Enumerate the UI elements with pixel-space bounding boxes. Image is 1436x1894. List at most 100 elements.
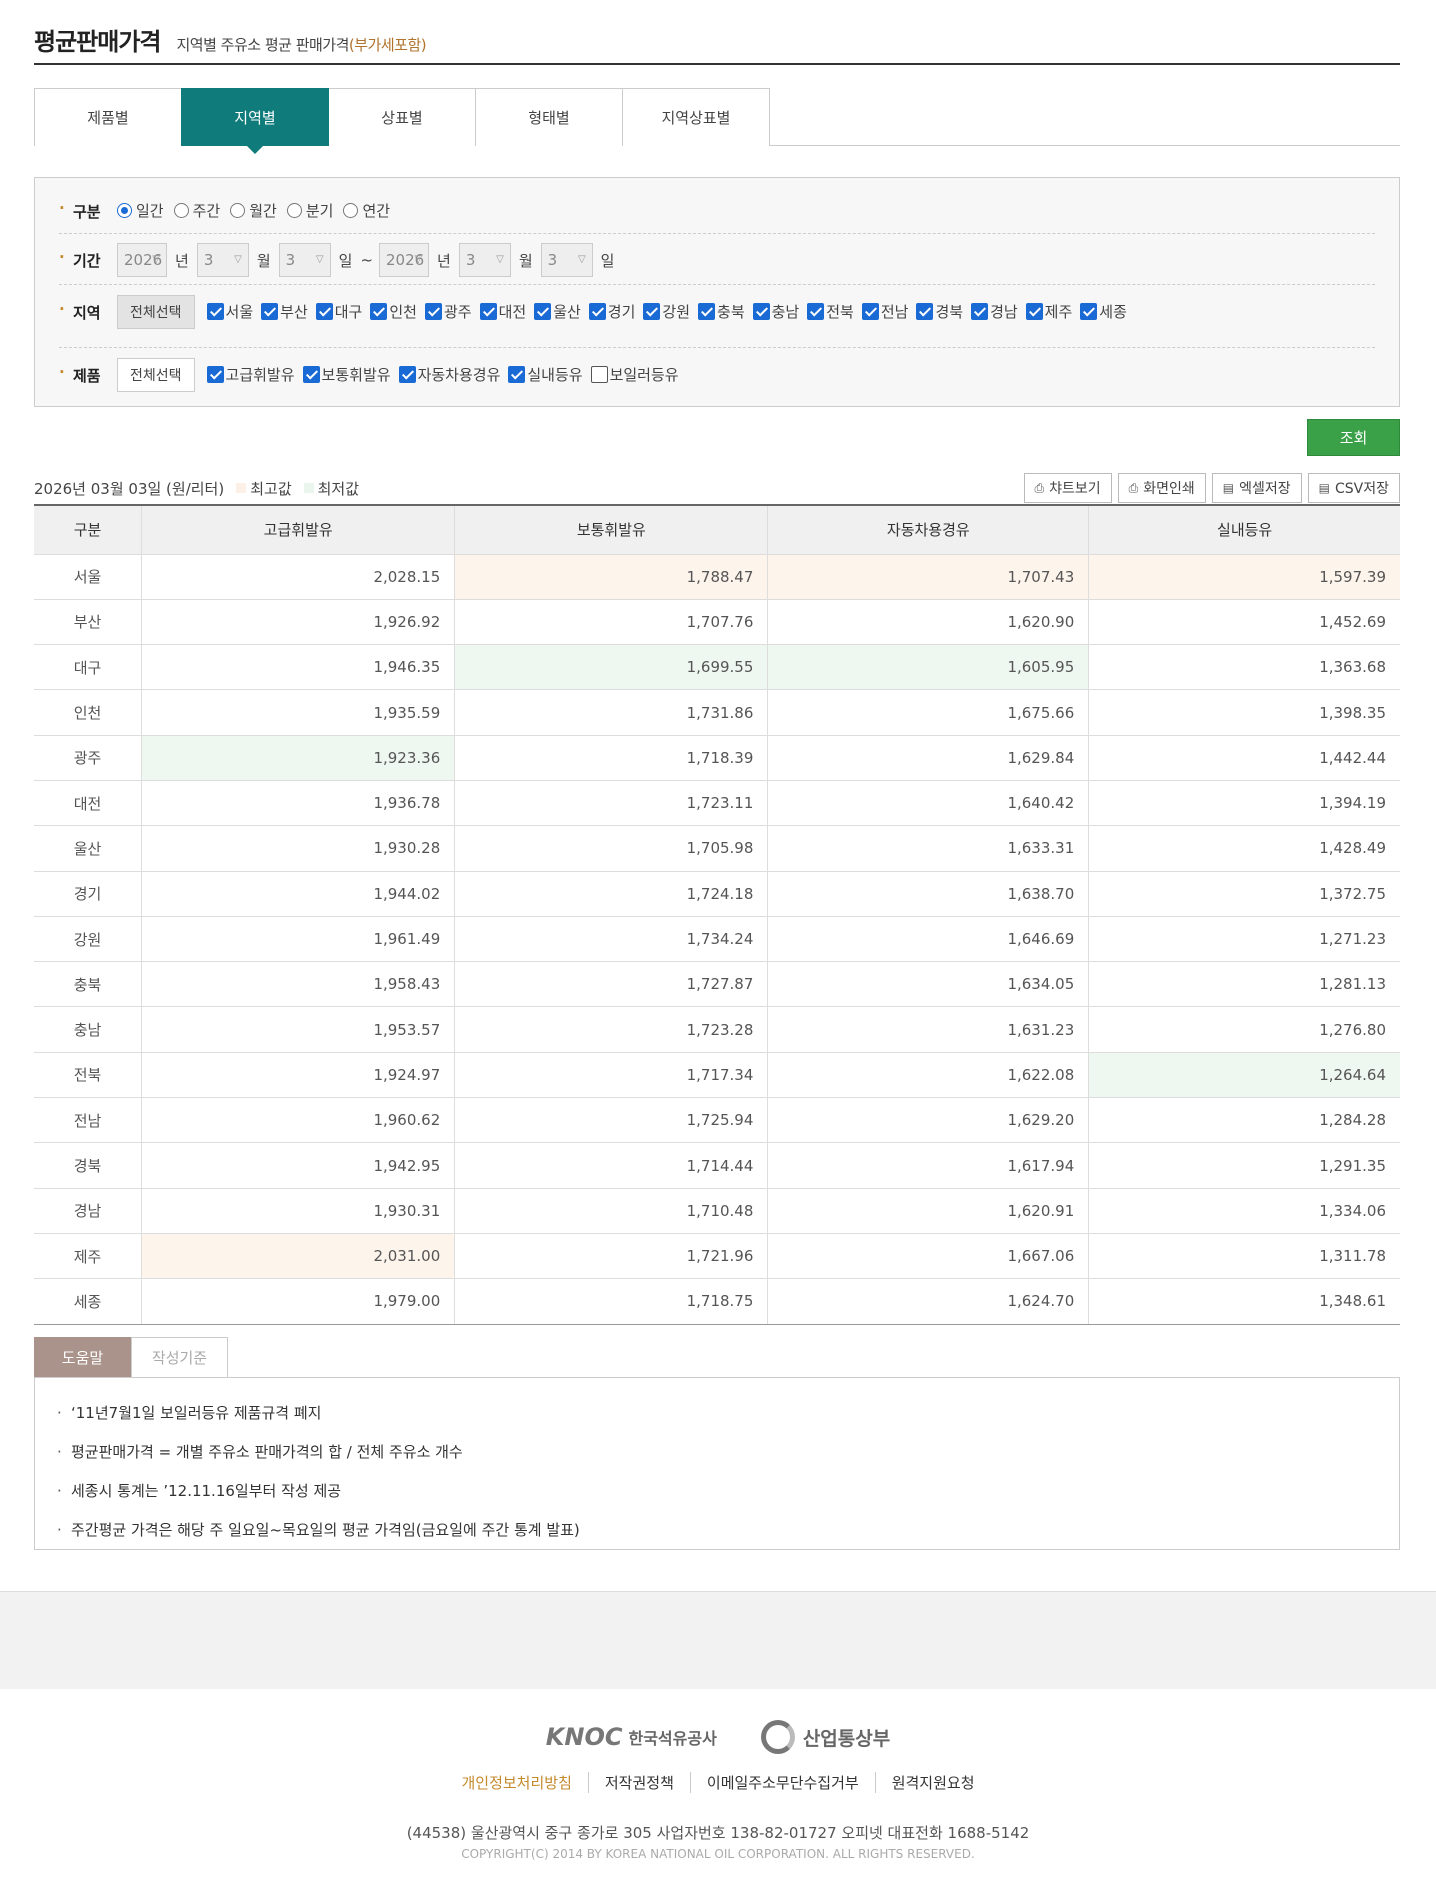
- checkbox-item[interactable]: 실내등유: [508, 364, 583, 385]
- from-month-value: 3: [203, 251, 214, 269]
- checkbox-label: 보일러등유: [609, 365, 679, 384]
- tool-button[interactable]: ⎙ 챠트보기: [1023, 473, 1112, 503]
- footer-link[interactable]: 개인정보처리방침: [445, 1772, 587, 1793]
- from-day-select[interactable]: 3 ▽: [278, 243, 331, 277]
- checkbox-label: 경북: [935, 302, 964, 321]
- region-cell: 경기: [34, 871, 142, 917]
- checkbox-label: 대구: [334, 302, 363, 321]
- checkbox-item[interactable]: 세종: [1080, 301, 1127, 322]
- column-header: 보통휘발유: [454, 506, 768, 555]
- column-header: 고급휘발유: [141, 506, 455, 555]
- checkbox-item[interactable]: 강원: [643, 301, 690, 322]
- ministry-logo[interactable]: 산업통상부: [760, 1720, 890, 1754]
- footer-link[interactable]: 원격지원요청: [874, 1772, 991, 1793]
- knoc-logo[interactable]: KNOC 한국석유공사: [546, 1723, 717, 1751]
- tab-1[interactable]: 제품별: [34, 88, 182, 146]
- price-cell: 1,334.06: [1088, 1188, 1400, 1234]
- tab-3[interactable]: 상표별: [328, 88, 476, 146]
- to-month-select[interactable]: 3 ▽: [458, 243, 511, 277]
- price-cell: 1,707.43: [767, 554, 1089, 600]
- division-radio[interactable]: 주간: [173, 200, 220, 221]
- footer-link[interactable]: 저작권정책: [587, 1772, 690, 1793]
- price-cell: 1,946.35: [141, 644, 455, 691]
- search-button[interactable]: 조회: [1307, 419, 1400, 456]
- division-radio[interactable]: 월간: [230, 200, 277, 221]
- checkbox-item[interactable]: 대구: [315, 301, 363, 322]
- division-radio[interactable]: 연간: [343, 200, 390, 221]
- filter-panel: 구분 일간주간월간분기연간 기간 2026▽ 년 3▽ 월 3▽ 일 ~ 202…: [34, 177, 1400, 407]
- price-cell: 1,930.28: [141, 825, 455, 872]
- checkbox-item[interactable]: 보통휘발유: [302, 364, 391, 385]
- price-cell: 1,926.92: [141, 599, 455, 646]
- radio-label: 일간: [136, 202, 164, 220]
- to-year-select[interactable]: 2026 ▽: [379, 243, 430, 277]
- help-item: 세종시 통계는 ’12.11.16일부터 작성 제공: [57, 1472, 1377, 1511]
- tab-4[interactable]: 형태별: [475, 88, 623, 146]
- checkbox-item[interactable]: 전남: [861, 301, 908, 322]
- region-cell: 대구: [34, 644, 142, 691]
- checkbox-item[interactable]: 경남: [971, 301, 1018, 322]
- checkbox-label: 울산: [553, 302, 581, 321]
- checkbox-item[interactable]: 경북: [916, 301, 963, 322]
- checkbox-item[interactable]: 전북: [807, 301, 854, 322]
- day-unit: 일: [600, 251, 615, 270]
- region-select-all-button[interactable]: 전체선택: [117, 295, 195, 329]
- tab-5[interactable]: 지역상표별: [622, 88, 770, 146]
- division-radio[interactable]: 분기: [286, 200, 333, 221]
- product-select-all-button[interactable]: 전체선택: [117, 358, 195, 392]
- year-unit: 년: [175, 251, 189, 270]
- min-legend-label: 최저값: [317, 479, 360, 498]
- checkbox-item[interactable]: 자동차용경유: [398, 364, 500, 385]
- price-cell: 1,734.24: [454, 916, 768, 963]
- month-unit: 월: [518, 251, 533, 270]
- divider: [59, 233, 1375, 234]
- checkbox-item[interactable]: 서울: [206, 301, 254, 322]
- checkbox-item[interactable]: 제주: [1025, 301, 1072, 322]
- help-tab[interactable]: 작성기준: [131, 1337, 228, 1377]
- division-radio[interactable]: 일간: [117, 200, 164, 221]
- region-cell: 광주: [34, 735, 142, 781]
- tool-button[interactable]: ⎙ 화면인쇄: [1117, 473, 1206, 503]
- footer-link[interactable]: 이메일주소무단수집거부: [689, 1772, 875, 1793]
- help-item: 주간평균 가격은 해당 주 일요일~목요일의 평균 가격임(금요일에 주간 통계…: [57, 1511, 1377, 1550]
- price-cell: 1,953.57: [141, 1006, 455, 1053]
- year-unit: 년: [437, 251, 451, 270]
- price-cell: 1,723.11: [454, 780, 768, 827]
- from-month-select[interactable]: 3 ▽: [196, 243, 249, 277]
- table-row: 인천 1,935.59 1,731.86 1,675.66 1,398.35: [34, 689, 1400, 736]
- tool-button[interactable]: ▤ CSV저장: [1307, 473, 1400, 503]
- checkbox-item[interactable]: 보일러등유: [590, 364, 679, 385]
- checkbox-label: 서울: [225, 302, 254, 321]
- price-cell: 1,667.06: [767, 1233, 1089, 1280]
- radio-button-icon: [173, 203, 189, 218]
- checkbox-item[interactable]: 대전: [479, 301, 526, 322]
- checkbox-item[interactable]: 광주: [424, 301, 472, 322]
- checked-box-icon: [302, 365, 320, 383]
- checkbox-item[interactable]: 충남: [752, 301, 799, 322]
- price-cell: 1,788.47: [454, 554, 768, 600]
- checkbox-item[interactable]: 인천: [370, 301, 417, 322]
- to-day-select[interactable]: 3 ▽: [540, 243, 593, 277]
- checkbox-item[interactable]: 충북: [698, 301, 745, 322]
- price-cell: 2,031.00: [141, 1233, 455, 1280]
- region-cell: 인천: [34, 689, 142, 736]
- tool-button[interactable]: ▤ 엑셀저장: [1211, 473, 1302, 503]
- tool-button-label: CSV저장: [1335, 481, 1389, 497]
- table-row: 울산 1,930.28 1,705.98 1,633.31 1,428.49: [34, 825, 1400, 872]
- tab-2[interactable]: 지역별: [181, 88, 329, 154]
- region-cell: 경남: [34, 1188, 142, 1234]
- checkbox-item[interactable]: 고급휘발유: [206, 364, 295, 385]
- checked-box-icon: [206, 302, 224, 320]
- table-row: 강원 1,961.49 1,734.24 1,646.69 1,271.23: [34, 916, 1400, 963]
- help-tab[interactable]: 도움말: [34, 1337, 131, 1377]
- price-cell: 1,727.87: [454, 961, 768, 1008]
- tool-button-label: 화면인쇄: [1143, 481, 1195, 497]
- divider: [59, 347, 1375, 348]
- checkbox-item[interactable]: 부산: [261, 301, 308, 322]
- price-cell: 2,028.15: [141, 554, 455, 600]
- checkbox-label: 보통휘발유: [321, 365, 391, 384]
- checked-box-icon: [807, 302, 825, 320]
- from-year-select[interactable]: 2026 ▽: [117, 243, 167, 277]
- checkbox-item[interactable]: 경기: [588, 301, 635, 322]
- checkbox-item[interactable]: 울산: [534, 301, 581, 322]
